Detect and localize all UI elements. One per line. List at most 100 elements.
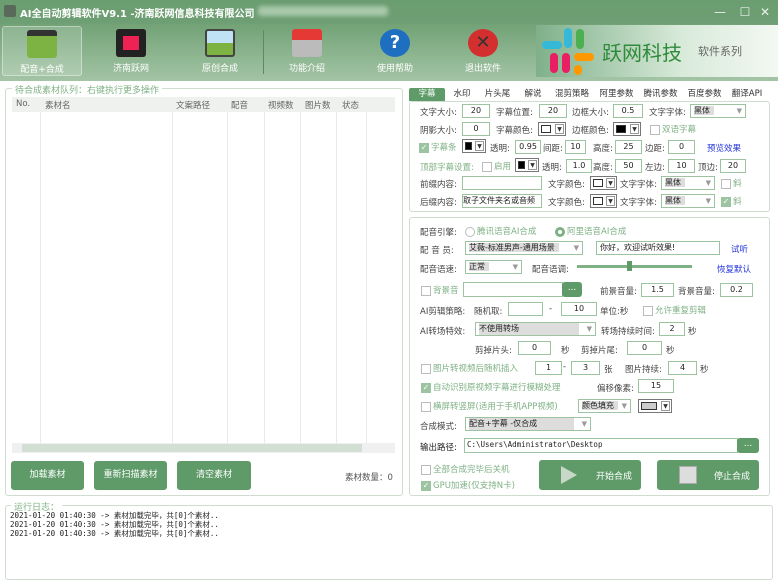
shutdown-checkbox[interactable]: 全部合成完毕后关机 [421, 463, 510, 475]
border-color-picker[interactable]: ▼ [613, 122, 641, 136]
col-status[interactable]: 状态 [342, 99, 359, 111]
alpha-input[interactable]: 0.95 [515, 140, 541, 154]
tab-subtitle[interactable]: 字幕 [409, 88, 445, 101]
reset-default-link[interactable]: 恢复默认 [717, 263, 751, 275]
tab-translate-api[interactable]: 翻译API [727, 88, 767, 101]
load-material-button[interactable]: 加载素材 [11, 461, 84, 490]
col-no[interactable]: No. [16, 99, 30, 109]
gpu-checkbox[interactable]: ✓ GPU加速(仅支持N卡) [421, 479, 515, 491]
cut-tail-input[interactable]: 0 [627, 341, 662, 355]
range-dash: - [549, 304, 553, 314]
top-height-input[interactable]: 50 [615, 159, 642, 173]
tab-intro-outro[interactable]: 片头尾 [479, 88, 516, 101]
voice-actor-select[interactable]: 艾薇-标准男声-通用场景 ▼ [465, 241, 583, 255]
pitch-slider-thumb[interactable] [626, 261, 632, 271]
image-min-input[interactable]: 1 [535, 361, 562, 375]
col-name[interactable]: 素材名 [45, 99, 71, 111]
random-min-input[interactable] [508, 302, 543, 316]
horizontal-scrollbar[interactable] [12, 443, 395, 453]
toolbar-jinan-yuewang[interactable]: 济南跃网 [91, 26, 171, 76]
prefix-color-picker[interactable]: ▼ [590, 176, 617, 190]
rescan-material-button[interactable]: 重新扫描素材 [94, 461, 167, 490]
random-max-input[interactable]: 10 [561, 302, 597, 316]
test-text-input[interactable]: 你好，欢迎试听效果! [596, 241, 720, 255]
tab-baidu-params[interactable]: 百度参数 [683, 88, 726, 101]
tab-narration[interactable]: 解说 [518, 88, 548, 101]
image-duration-input[interactable]: 4 [668, 361, 697, 375]
transition-select[interactable]: 不使用转场 ▼ [475, 322, 596, 336]
minimize-button[interactable]: — [712, 5, 728, 19]
bgm-checkbox[interactable]: 背景音 [421, 284, 459, 296]
prefix-italic-checkbox[interactable]: 斜 [721, 177, 742, 189]
logo-suffix: 软件系列 [698, 45, 742, 58]
scrollbar-thumb[interactable] [22, 444, 362, 452]
border-size-input[interactable]: 0.5 [613, 104, 643, 118]
stop-compose-button[interactable]: 停止合成 [657, 460, 759, 490]
bg-volume-input[interactable]: 0.2 [720, 283, 753, 297]
subtitle-position-input[interactable]: 20 [539, 104, 567, 118]
tab-tencent-params[interactable]: 腾讯参数 [639, 88, 682, 101]
col-images[interactable]: 图片数 [305, 99, 331, 111]
clear-material-button[interactable]: 清空素材 [177, 461, 251, 490]
border-size-label: 边框大小: [572, 108, 609, 118]
toolbar-features[interactable]: 功能介绍 [267, 26, 347, 76]
suffix-italic-checkbox[interactable]: ✓ 斜 [721, 195, 742, 207]
engine-tencent-radio[interactable]: 腾讯语音AI合成 [465, 225, 536, 237]
bar-height-input[interactable]: 25 [615, 140, 642, 154]
bilingual-checkbox[interactable]: 双语字幕 [650, 123, 696, 135]
subtitle-bar-checkbox[interactable]: ✓ 字幕条 [419, 141, 457, 153]
bgm-path-input[interactable] [463, 282, 563, 297]
toolbar-dub-compose[interactable]: 配音+合成 [2, 26, 82, 76]
mode-select[interactable]: 配音+字幕 -仅合成 ▼ [465, 417, 591, 431]
toolbar-exit[interactable]: ✕ 退出软件 [443, 26, 523, 76]
start-compose-button[interactable]: 开始合成 [539, 460, 641, 490]
spacing-input[interactable]: 10 [565, 140, 586, 154]
toolbar-help[interactable]: ? 使用帮助 [355, 26, 435, 76]
cut-head-input[interactable]: 0 [518, 341, 551, 355]
blur-subtitle-checkbox[interactable]: ✓ 自动识别原视频字幕进行模糊处理 [421, 381, 561, 393]
col-dub[interactable]: 配音 [231, 99, 248, 111]
output-browse-button[interactable]: ... [737, 438, 759, 453]
fg-volume-input[interactable]: 1.5 [641, 283, 674, 297]
top-margin-input[interactable]: 20 [720, 159, 746, 173]
suffix-font-select[interactable]: 黑体 ▼ [661, 194, 715, 208]
listen-link[interactable]: 试听 [731, 243, 748, 255]
col-videos[interactable]: 视频数 [268, 99, 294, 111]
font-select[interactable]: 黑体 ▼ [690, 104, 746, 118]
font-size-input[interactable]: 20 [462, 104, 490, 118]
image-insert-checkbox[interactable]: 图片转视频后随机插入 [421, 362, 518, 374]
bar-margin-input[interactable]: 0 [668, 140, 695, 154]
toolbar-original-compose[interactable]: 原创合成 [180, 26, 260, 76]
top-color-picker[interactable]: ▼ [515, 158, 539, 172]
pitch-slider[interactable] [577, 261, 692, 271]
bgm-browse-button[interactable]: ... [562, 282, 582, 297]
image-max-input[interactable]: 3 [571, 361, 600, 375]
bar-color-picker[interactable]: ▼ [462, 139, 486, 153]
col-script-path[interactable]: 文案路径 [176, 99, 210, 111]
fill-mode-select[interactable]: 颜色填充 ▼ [578, 399, 631, 413]
engine-ali-radio[interactable]: 阿里语音AI合成 [555, 225, 626, 237]
fill-color-picker[interactable]: ▼ [638, 399, 672, 413]
tab-watermark[interactable]: 水印 [447, 88, 477, 101]
speed-select[interactable]: 正常 ▼ [465, 260, 522, 274]
stop-label: 停止合成 [714, 472, 751, 482]
offset-input[interactable]: 15 [638, 379, 674, 393]
close-button[interactable]: ✕ [757, 5, 773, 19]
landscape-to-portrait-checkbox[interactable]: 横屏转竖屏(适用于手机APP视频) [421, 400, 558, 412]
top-left-input[interactable]: 10 [668, 159, 695, 173]
suffix-color-picker[interactable]: ▼ [590, 194, 617, 208]
allow-repeat-checkbox[interactable]: 允许重复剪辑 [643, 304, 706, 316]
tab-ali-params[interactable]: 阿里参数 [595, 88, 638, 101]
tab-mix-strategy[interactable]: 混剪策略 [550, 88, 594, 101]
preview-link[interactable]: 预览效果 [707, 142, 741, 154]
subtitle-color-picker[interactable]: ▼ [538, 122, 566, 136]
suffix-input[interactable]: 取子文件夹名或音频 [462, 194, 542, 208]
transition-duration-input[interactable]: 2 [659, 322, 685, 336]
prefix-input[interactable] [462, 176, 542, 190]
top-enable-checkbox[interactable]: 启用 [482, 160, 511, 172]
shadow-size-input[interactable]: 0 [462, 122, 490, 136]
output-path-input[interactable]: C:\Users\Administrator\Desktop [464, 438, 738, 453]
prefix-font-select[interactable]: 黑体 ▼ [661, 176, 715, 190]
top-alpha-input[interactable]: 1.0 [566, 159, 592, 173]
maximize-button[interactable]: ☐ [737, 5, 753, 19]
